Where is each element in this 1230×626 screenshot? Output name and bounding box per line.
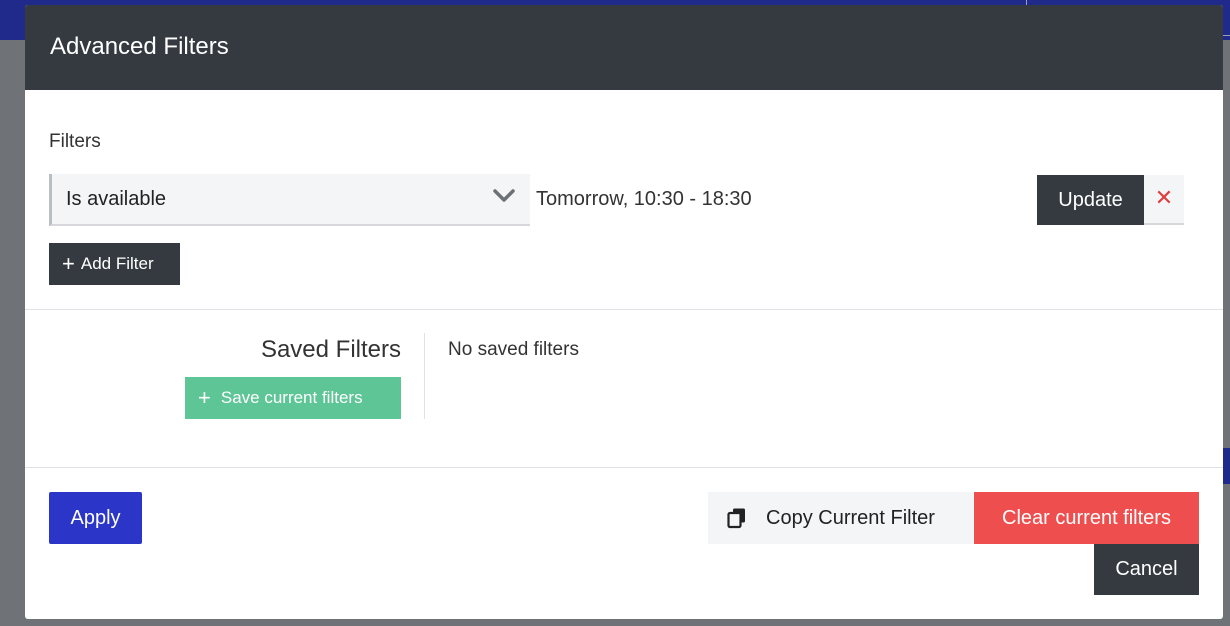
save-current-filters-label: Save current filters [220,388,363,407]
filters-label: Filters [49,131,101,152]
plus-icon: + [62,251,75,276]
modal-header: Advanced Filters [25,5,1223,90]
saved-filters-title: Saved Filters [260,336,401,363]
divider [25,467,1223,468]
chevron-down-icon [493,189,515,202]
cancel-button[interactable]: Cancel [1094,544,1199,595]
filter-type-value: Is available [66,188,167,210]
modal-title: Advanced Filters [50,33,229,60]
copy-current-filter-label: Copy Current Filter [766,506,935,529]
add-filter-label: Add Filter [80,254,154,273]
close-icon: ✕ [1154,185,1174,210]
vertical-divider [424,333,425,419]
copy-current-filter-button[interactable]: Copy Current Filter [708,492,973,544]
filter-value-text[interactable]: Tomorrow, 10:30 - 18:30 [536,188,752,211]
advanced-filters-modal: Advanced Filters Filters Is available To… [25,5,1223,619]
update-button[interactable]: Update [1037,175,1144,225]
no-saved-filters-text: No saved filters [448,339,579,360]
plus-icon: + [198,385,211,410]
apply-button[interactable]: Apply [49,492,142,544]
clear-current-filters-button[interactable]: Clear current filters [974,492,1199,544]
save-current-filters-button[interactable]: + Save current filters [185,377,401,419]
copy-icon [727,508,745,529]
filter-type-select[interactable]: Is available [49,174,530,226]
divider [25,309,1223,310]
remove-filter-button[interactable]: ✕ [1144,175,1184,225]
add-filter-button[interactable]: + Add Filter [49,243,180,285]
